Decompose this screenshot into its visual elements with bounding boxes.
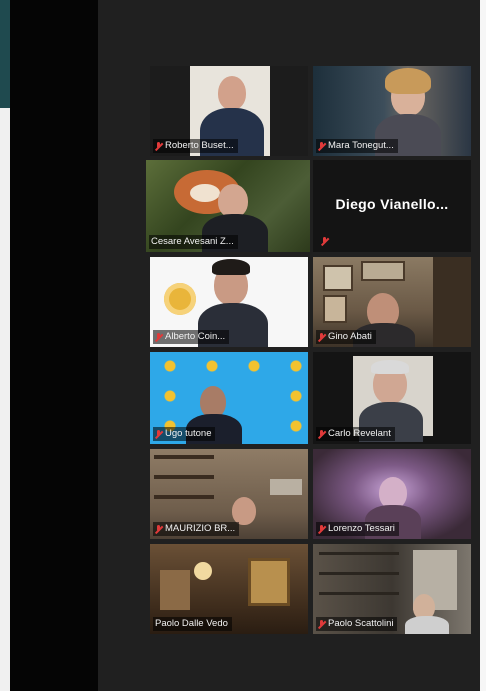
participant-name: Mara Tonegut... — [328, 140, 394, 151]
video-tile-alberto[interactable]: Alberto Coin... — [150, 257, 308, 347]
participant-name: Paolo Scattolini — [328, 618, 394, 629]
mic-muted-icon — [318, 332, 325, 342]
side-panel — [10, 0, 98, 691]
video-tile-ugo[interactable]: Ugo tutone — [150, 352, 308, 444]
video-tile-lorenzo[interactable]: Lorenzo Tessari — [313, 449, 471, 539]
video-tile-cesare-active-speaker[interactable]: Cesare Avesani Z... — [146, 160, 310, 252]
mic-muted-icon — [155, 429, 162, 439]
participant-name: Lorenzo Tessari — [328, 523, 395, 534]
video-tile-paolo-dalle-vedo[interactable]: Paolo Dalle Vedo — [150, 544, 308, 634]
rotary-logo — [164, 283, 196, 315]
participant-name-tag: Paolo Scattolini — [316, 617, 398, 631]
participant-name: Cesare Avesani Z... — [151, 236, 234, 247]
participant-name: Carlo Revelant — [328, 428, 391, 439]
participant-name-tag: Gino Abati — [316, 330, 376, 344]
participant-name: Roberto Buset... — [165, 140, 234, 151]
mic-muted-icon — [318, 524, 325, 534]
participant-name-large: Diego Vianello... — [335, 196, 449, 212]
mic-muted-icon — [318, 619, 325, 629]
participant-name-tag: Carlo Revelant — [316, 427, 395, 441]
participant-name: MAURIZIO BR... — [165, 523, 236, 534]
video-tile-paolo-scattolini[interactable]: Paolo Scattolini — [313, 544, 471, 634]
participant-name-tag: MAURIZIO BR... — [153, 522, 240, 536]
participant-name-tag: Lorenzo Tessari — [316, 522, 399, 536]
video-tile-maurizio[interactable]: MAURIZIO BR... — [150, 449, 308, 539]
participant-name: Alberto Coin... — [165, 331, 226, 342]
mic-muted-icon — [321, 237, 328, 246]
left-window-edge — [0, 0, 10, 108]
mic-muted-icon — [318, 429, 325, 439]
participant-name-tag: Alberto Coin... — [153, 330, 230, 344]
video-tile-carlo[interactable]: Carlo Revelant — [313, 352, 471, 444]
participant-name-tag: Paolo Dalle Vedo — [153, 617, 232, 631]
video-tile-diego-video-off[interactable]: Diego Vianello... — [313, 160, 471, 252]
mic-muted-icon — [155, 524, 162, 534]
participant-name-tag: Roberto Buset... — [153, 139, 238, 153]
participant-name-tag: Ugo tutone — [153, 427, 216, 441]
mic-muted-icon — [155, 332, 162, 342]
participant-name: Ugo tutone — [165, 428, 212, 439]
participant-name: Gino Abati — [328, 331, 372, 342]
video-gallery: Roberto Buset... Mara Tonegut... Cesare … — [98, 0, 480, 691]
mic-muted-icon — [155, 141, 162, 151]
right-page-edge — [480, 0, 486, 691]
video-tile-roberto[interactable]: Roberto Buset... — [150, 66, 308, 156]
mic-muted-icon — [318, 141, 325, 151]
participant-name: Paolo Dalle Vedo — [155, 618, 228, 629]
video-tile-gino[interactable]: Gino Abati — [313, 257, 471, 347]
participant-name-tag: Mara Tonegut... — [316, 139, 398, 153]
video-tile-mara[interactable]: Mara Tonegut... — [313, 66, 471, 156]
participant-name-tag: Cesare Avesani Z... — [149, 235, 238, 249]
